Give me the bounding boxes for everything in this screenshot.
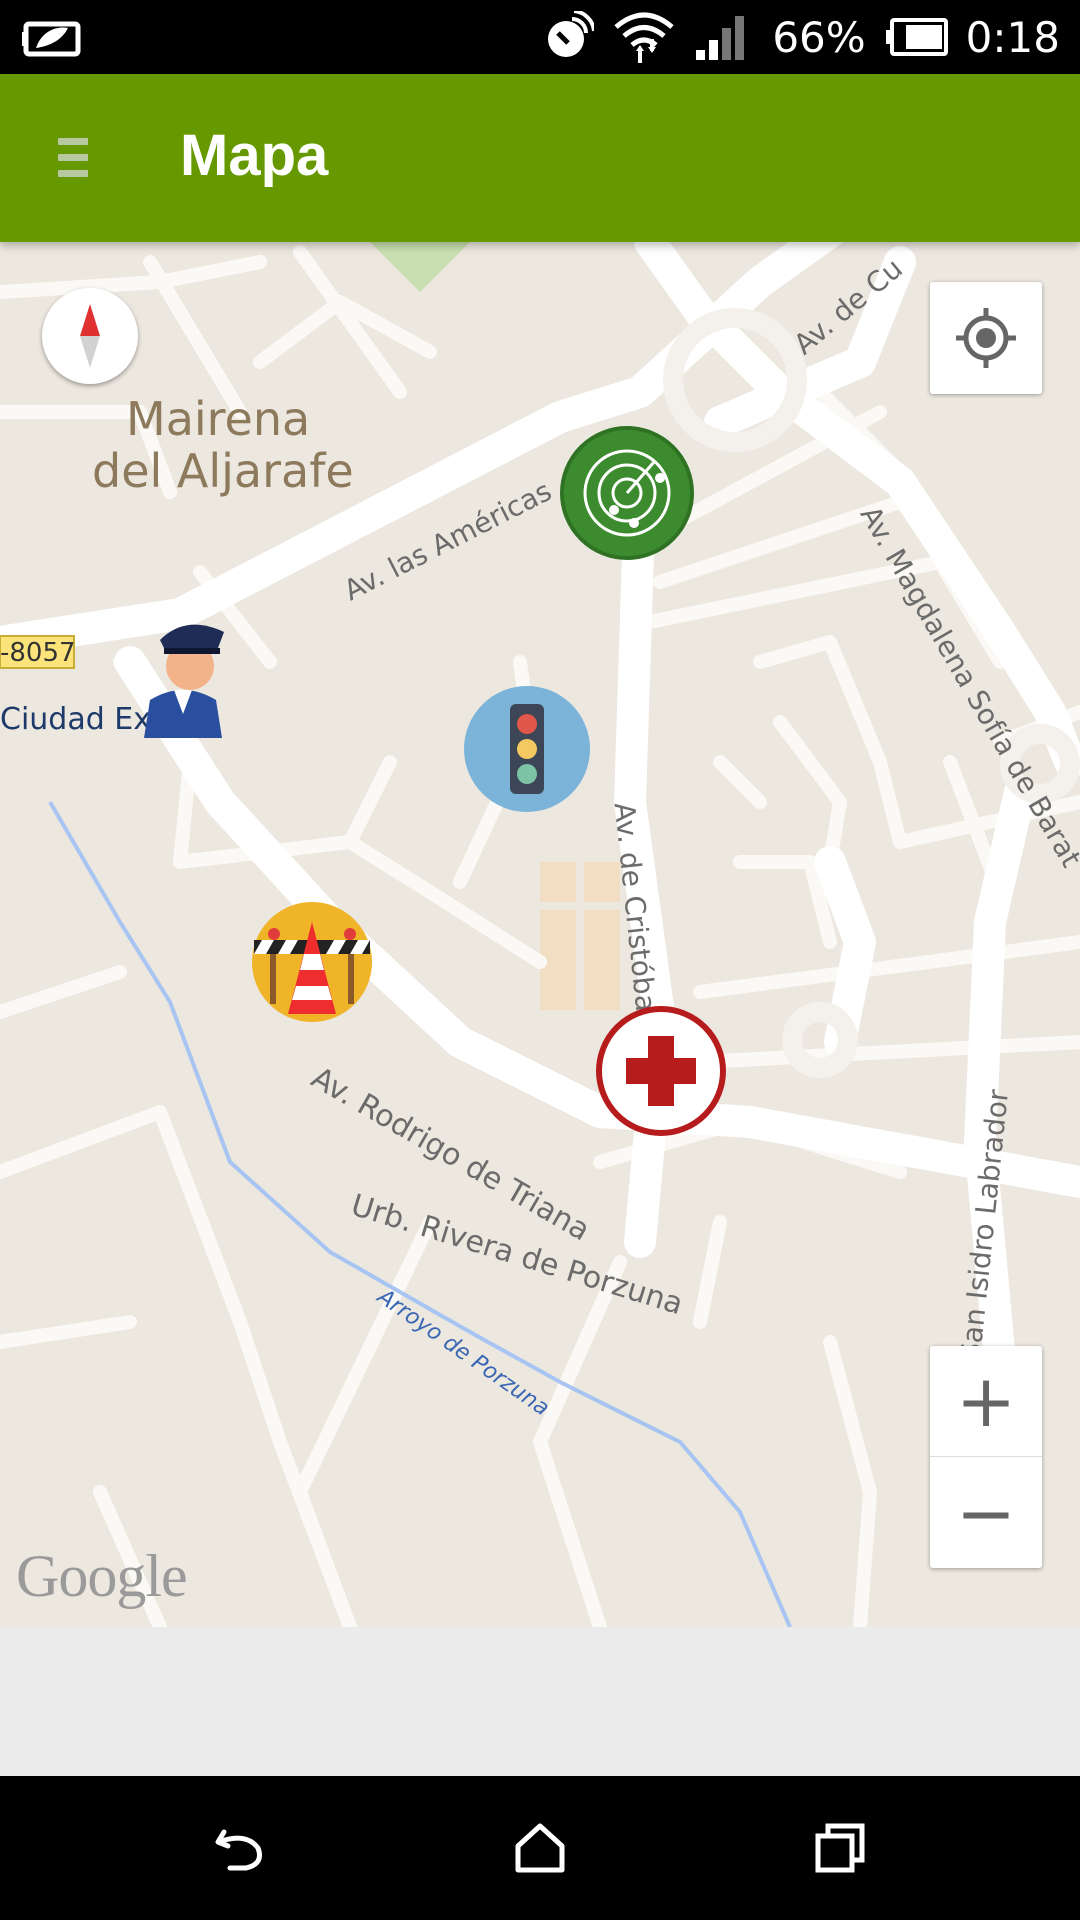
city-label-line2: del Aljarafe — [92, 444, 354, 498]
recents-icon[interactable] — [810, 1818, 870, 1878]
navigation-bar — [0, 1776, 1080, 1920]
zoom-out-button[interactable]: − — [930, 1457, 1042, 1568]
city-label-line1: Mairena — [126, 392, 311, 446]
roadworks-cone-icon[interactable] — [252, 902, 372, 1022]
nfc-icon — [548, 11, 595, 57]
app-bar: Mapa — [0, 74, 1080, 242]
zoom-out-label: − — [955, 1470, 1017, 1555]
cell-signal-icon — [696, 16, 745, 60]
my-location-icon — [956, 308, 1016, 368]
compass-icon — [80, 304, 100, 368]
police-officer-icon[interactable] — [140, 614, 226, 738]
back-icon[interactable] — [210, 1818, 270, 1878]
zoom-in-button[interactable]: + — [930, 1346, 1042, 1457]
medical-cross-icon[interactable] — [596, 1006, 726, 1136]
status-bar: 66% 0:18 — [0, 0, 1080, 74]
road-number-badge: -8057 — [0, 638, 76, 668]
wifi-icon — [614, 12, 674, 63]
google-attribution: Google — [16, 1543, 188, 1609]
zoom-in-label: + — [955, 1359, 1017, 1443]
radar-icon[interactable] — [560, 426, 694, 560]
compass-button[interactable] — [42, 288, 138, 384]
zoom-controls: + − — [930, 1346, 1042, 1568]
hamburger-menu-icon[interactable] — [48, 130, 104, 186]
my-location-button[interactable] — [930, 282, 1042, 394]
battery-saver-icon — [22, 21, 81, 57]
clock: 0:18 — [965, 12, 1060, 62]
battery-percent: 66% — [772, 12, 866, 62]
battery-icon — [885, 18, 948, 56]
map-view[interactable]: Mairena del Aljarafe -8057 Ciudad Exp Av… — [0, 242, 1080, 1627]
page-title: Mapa — [180, 123, 329, 188]
home-icon[interactable] — [510, 1818, 570, 1878]
traffic-light-icon[interactable] — [464, 686, 590, 812]
